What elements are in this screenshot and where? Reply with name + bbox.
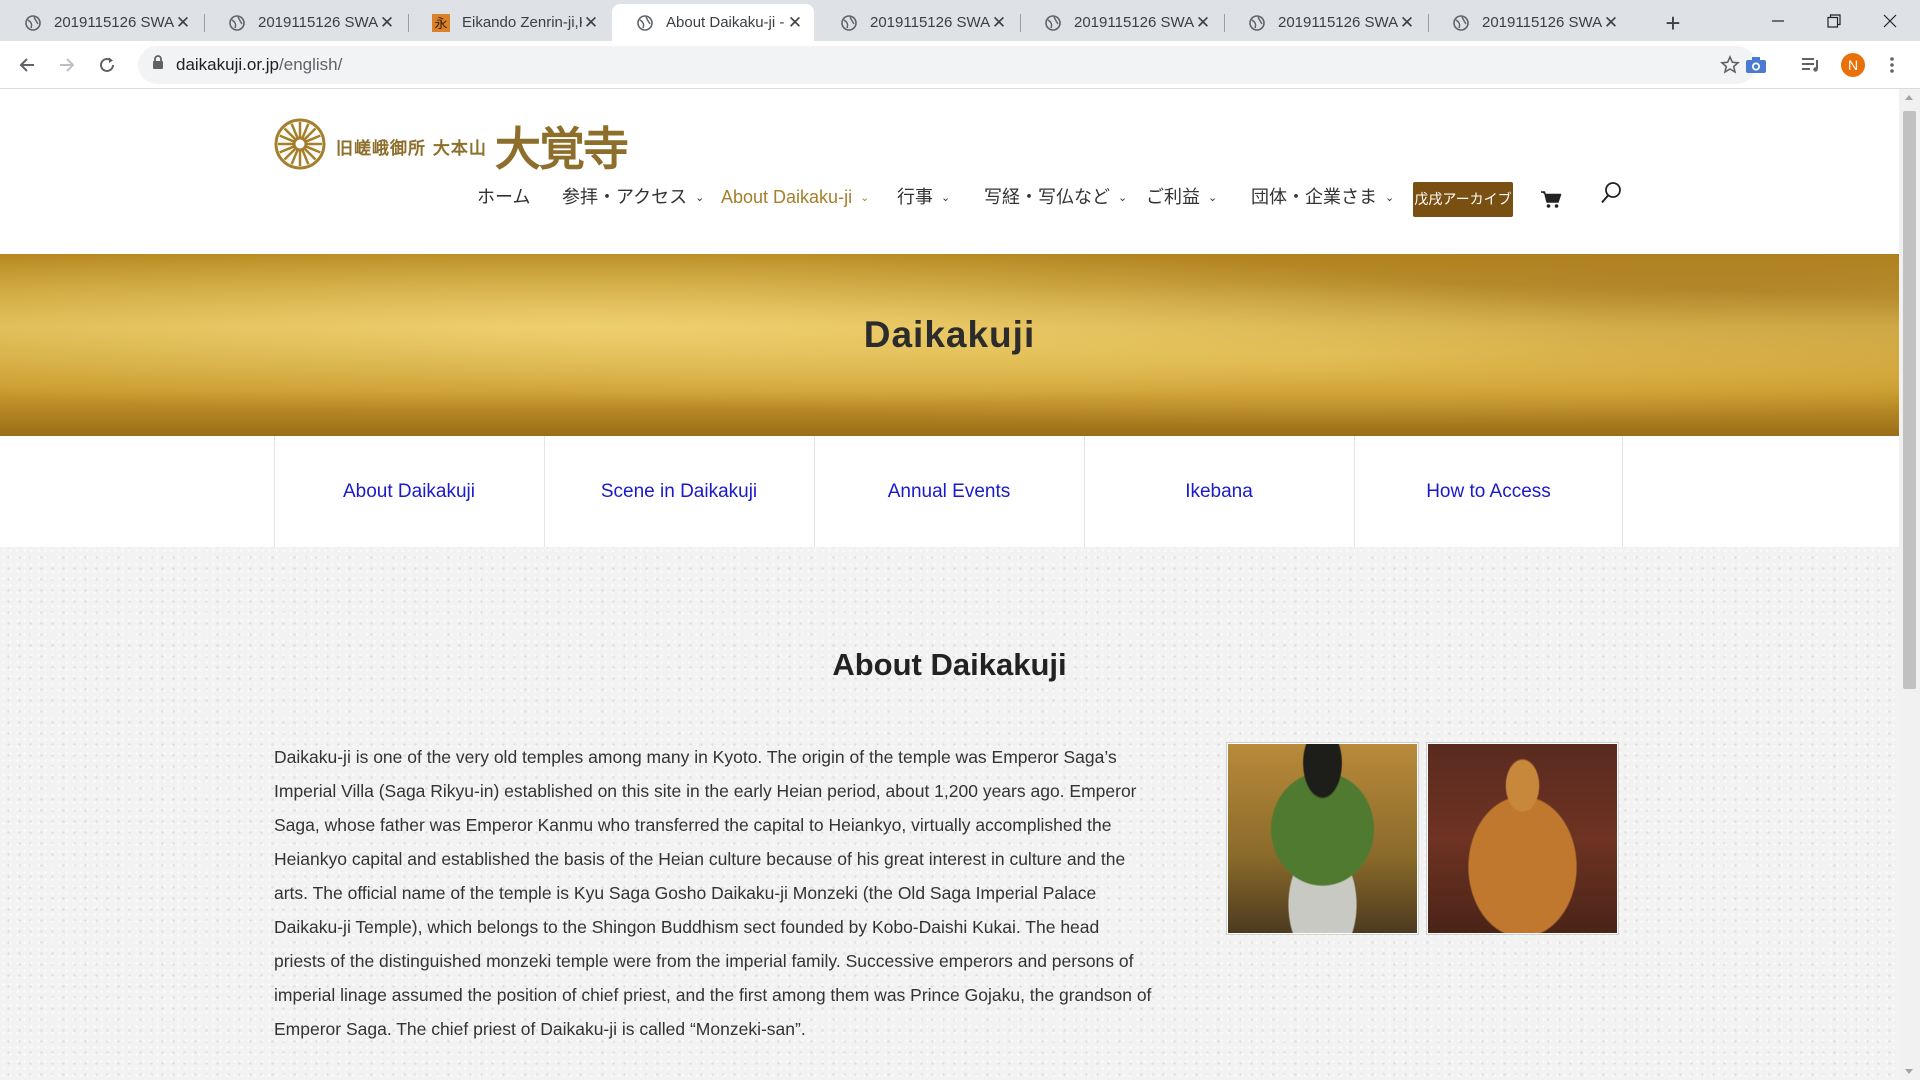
- page-title: Daikakuji: [863, 314, 1036, 355]
- emperor-saga-portrait[interactable]: [1227, 743, 1418, 934]
- close-icon[interactable]: ✕: [1602, 13, 1620, 33]
- cart-icon[interactable]: [1540, 190, 1562, 214]
- browser-toolbar: daikakuji.or.jp/english/: [0, 41, 1920, 89]
- chevron-down-icon: ⌄: [1385, 192, 1395, 204]
- more-menu-icon[interactable]: [1881, 54, 1903, 76]
- tab-title: 2019115126 SWAN: [870, 14, 990, 31]
- scrollbar-thumb[interactable]: [1903, 111, 1916, 689]
- close-icon[interactable]: ✕: [1398, 13, 1416, 33]
- nav-label: 写経・写仏など: [984, 187, 1110, 207]
- restore-button[interactable]: [1806, 0, 1862, 41]
- about-body-text: Daikaku-ji is one of the very old temple…: [274, 747, 1152, 1039]
- browser-tab[interactable]: 2019115126 SWAN ✕: [1428, 4, 1630, 41]
- globe-icon: [1044, 14, 1062, 32]
- browser-tab[interactable]: 2019115126 SWAN ✕: [204, 4, 406, 41]
- browser-tab[interactable]: 2019115126 SWAN ✕: [1224, 4, 1426, 41]
- nav-label: 参拝・アクセス: [562, 187, 688, 207]
- nav-item-groups[interactable]: 団体・企業さま ⌄: [1251, 177, 1394, 217]
- logo-title: 大覚寺: [494, 122, 629, 176]
- url-path: /english/: [279, 55, 343, 74]
- nav-item-home[interactable]: ホーム: [477, 177, 530, 217]
- nav-item-blessings[interactable]: ご利益 ⌄: [1146, 177, 1217, 217]
- eikando-favicon: 永: [432, 13, 450, 32]
- close-icon[interactable]: ✕: [174, 13, 192, 33]
- browser-tab[interactable]: 永 Eikando Zenrin-ji,K ✕: [408, 4, 610, 41]
- browser-tab[interactable]: 2019115126 SWAN ✕: [0, 4, 202, 41]
- media-control-icon[interactable]: [1800, 54, 1822, 76]
- about-section: About Daikakuji Daikaku-ji is one of the…: [0, 547, 1899, 1080]
- section-title: About Daikakuji: [832, 647, 1067, 682]
- tab-title: 2019115126 SWAN: [1278, 14, 1398, 31]
- subnav-annual-events[interactable]: Annual Events: [814, 436, 1083, 547]
- tab-title: 2019115126 SWAN: [1074, 14, 1194, 31]
- globe-icon: [1452, 14, 1470, 32]
- nav-label: ご利益: [1146, 187, 1200, 207]
- globe-icon: [840, 14, 858, 32]
- nav-label: 行事: [897, 187, 933, 207]
- site-logo[interactable]: 旧嵯峨御所 大本山 大覚寺: [274, 113, 629, 179]
- nav-item-events[interactable]: 行事 ⌄: [897, 177, 950, 217]
- close-icon[interactable]: ✕: [990, 13, 1008, 33]
- bookmark-star-icon[interactable]: [1720, 55, 1740, 80]
- tab-strip: 2019115126 SWAN ✕ 2019115126 SWAN ✕ 永 Ei…: [0, 0, 1920, 41]
- reload-button[interactable]: [93, 51, 121, 79]
- close-icon[interactable]: ✕: [582, 13, 600, 33]
- url-domain: daikakuji.or.jp: [176, 55, 280, 74]
- lock-icon[interactable]: [152, 55, 164, 75]
- tab-title: 2019115126 SWAN: [54, 14, 174, 31]
- subnav-ikebana[interactable]: Ikebana: [1084, 436, 1353, 547]
- close-icon[interactable]: ✕: [378, 13, 396, 33]
- web-page: 旧嵯峨御所 大本山 大覚寺 ホーム 参拝・アクセス ⌄ About Daikaku…: [0, 89, 1899, 1080]
- tab-title: 2019115126 SWAN: [258, 14, 378, 31]
- chrysanthemum-crest-icon: [274, 118, 326, 175]
- nav-label: ホーム: [477, 187, 531, 207]
- camera-extension-icon[interactable]: [1745, 54, 1767, 76]
- globe-icon: [228, 14, 246, 32]
- tab-title: Eikando Zenrin-ji,K: [462, 14, 582, 31]
- close-icon[interactable]: ✕: [786, 13, 804, 33]
- chevron-down-icon: ⌄: [941, 192, 951, 204]
- tab-title: About Daikaku-ji -: [666, 14, 785, 31]
- globe-icon: [636, 14, 654, 32]
- chevron-down-icon: ⌄: [1118, 192, 1128, 204]
- nav-item-sutra-copying[interactable]: 写経・写仏など ⌄: [984, 177, 1127, 217]
- logo-subtitle: 旧嵯峨御所 大本山: [336, 138, 487, 159]
- back-button[interactable]: [13, 51, 41, 79]
- chevron-down-icon: ⌄: [1208, 192, 1218, 204]
- scroll-down-arrow[interactable]: [1905, 1069, 1913, 1074]
- nav-item-visit-access[interactable]: 参拝・アクセス ⌄: [562, 177, 704, 217]
- svg-text:永: 永: [434, 17, 447, 32]
- portrait-gallery: [1227, 743, 1618, 934]
- tab-title: 2019115126 SWAN: [1482, 14, 1602, 31]
- close-window-button[interactable]: [1862, 0, 1918, 41]
- nav-label: About Daikaku-ji: [721, 187, 853, 207]
- scroll-up-arrow[interactable]: [1905, 95, 1913, 100]
- globe-icon: [24, 14, 42, 32]
- address-bar[interactable]: daikakuji.or.jp/english/: [138, 46, 1756, 84]
- browser-tab[interactable]: 2019115126 SWAN ✕: [816, 4, 1018, 41]
- nav-label: 団体・企業さま: [1251, 187, 1377, 207]
- minimize-button[interactable]: [1750, 0, 1806, 41]
- subnav-access[interactable]: How to Access: [1354, 436, 1623, 547]
- browser-tab-active[interactable]: About Daikaku-ji - ✕: [612, 4, 814, 41]
- chevron-down-icon: ⌄: [695, 192, 705, 204]
- archive-button[interactable]: 戊戌アーカイブ: [1413, 182, 1513, 217]
- browser-tab[interactable]: 2019115126 SWAN ✕: [1020, 4, 1222, 41]
- subnav-about[interactable]: About Daikakuji: [274, 436, 543, 547]
- page-scrollbar[interactable]: [1899, 89, 1920, 1080]
- profile-avatar[interactable]: N: [1841, 53, 1865, 77]
- sub-nav: About Daikakuji Scene in Daikakuji Annua…: [0, 436, 1899, 547]
- globe-icon: [1248, 14, 1266, 32]
- chevron-down-icon: ⌄: [860, 192, 870, 204]
- kobo-daishi-portrait[interactable]: [1427, 743, 1618, 934]
- subnav-scene[interactable]: Scene in Daikakuji: [544, 436, 813, 547]
- search-icon[interactable]: [1600, 181, 1622, 210]
- new-tab-button[interactable]: +: [1656, 6, 1690, 40]
- nav-item-about[interactable]: About Daikaku-ji ⌄: [721, 177, 869, 217]
- forward-button[interactable]: [53, 51, 81, 79]
- hero-banner: Daikakuji: [0, 254, 1899, 436]
- close-icon[interactable]: ✕: [1194, 13, 1212, 33]
